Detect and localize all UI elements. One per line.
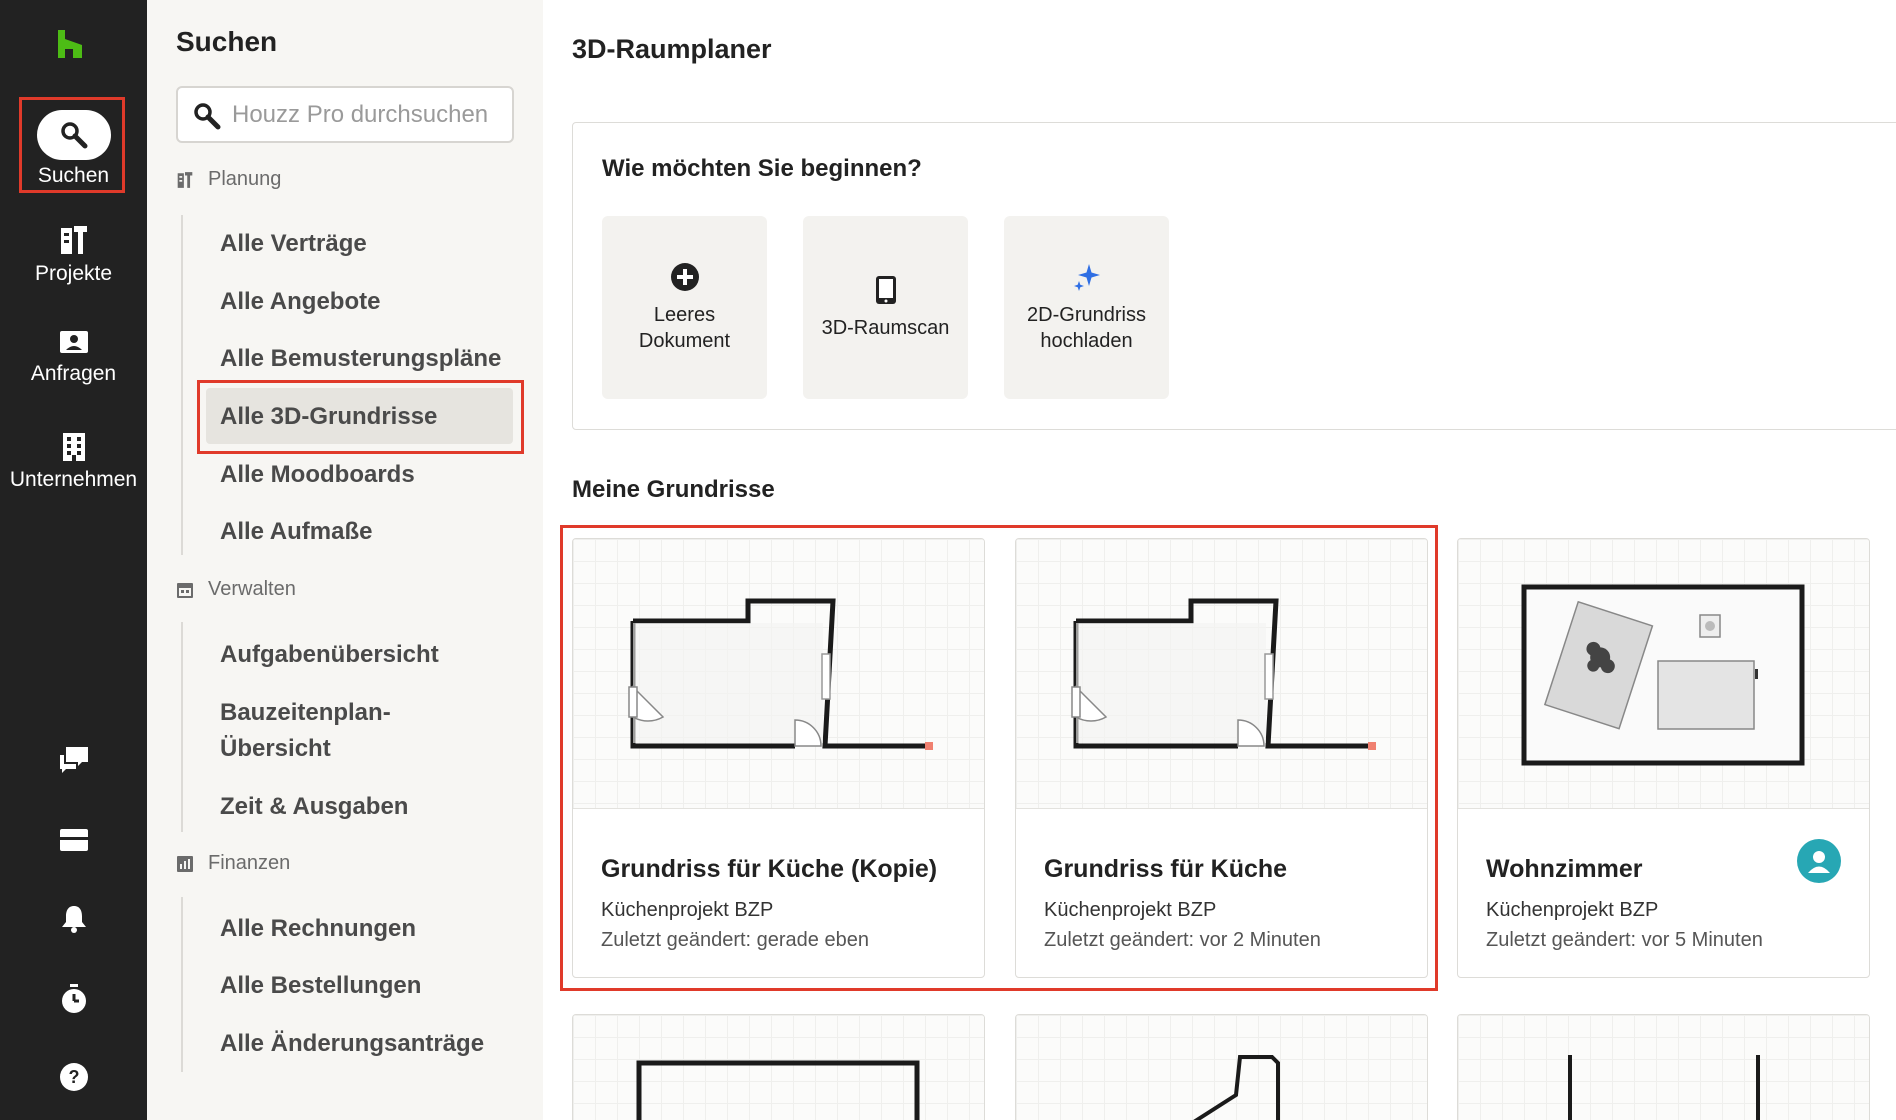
inbox-icon [59, 829, 88, 851]
floorplan-thumbnail [1458, 1015, 1869, 1120]
rail-help[interactable]: ? [0, 1062, 147, 1092]
rail-item-label: Projekte [34, 262, 113, 285]
floorplan-card[interactable]: Wohnzimmer Küchenprojekt BZP Zuletzt geä… [1457, 538, 1870, 978]
main-content: 3D-Raumplaner Wie möchten Sie beginnen? … [543, 0, 1896, 1120]
tablet-icon [875, 275, 896, 304]
inquiries-icon [59, 331, 88, 353]
section-heading-planung: Planung [176, 168, 281, 191]
rail-item-label: Unternehmen [9, 468, 138, 491]
plus-circle-icon [670, 262, 699, 291]
rail-item-anfragen[interactable]: Anfragen [0, 330, 147, 386]
nav-item-alle-moodboards[interactable]: Alle Moodboards [220, 457, 415, 493]
calendar-icon [177, 582, 193, 598]
highlight-box [19, 97, 125, 193]
bell-icon [61, 906, 86, 933]
nav-item-alle-angebote[interactable]: Alle Angebote [220, 284, 380, 320]
highlight-box [197, 380, 524, 454]
rail-inbox[interactable] [0, 828, 147, 852]
search-icon [194, 103, 221, 130]
start-upload-2d-button[interactable]: 2D-Grundriss hochladen [1004, 216, 1169, 399]
houzz-logo[interactable] [54, 28, 86, 60]
sidebar-title: Suchen [176, 26, 278, 57]
help-icon: ? [59, 1063, 88, 1091]
nav-item-alle-bestellungen[interactable]: Alle Bestellungen [220, 968, 421, 1004]
option-label-line: 3D-Raumscan [821, 316, 950, 339]
svg-text:?: ? [68, 1067, 79, 1087]
floorplan-drawing [1193, 1055, 1280, 1120]
section-heading-verwalten: Verwalten [176, 578, 296, 601]
my-floorplans-title: Meine Grundrisse [572, 476, 775, 503]
timer-icon [61, 984, 86, 1013]
floorplan-drawing [636, 1060, 920, 1120]
nav-item-zeit-ausgaben[interactable]: Zeit & Ausgaben [220, 789, 408, 825]
start-3d-scan-button[interactable]: 3D-Raumscan [803, 216, 968, 399]
rail-timer[interactable] [0, 983, 147, 1015]
floorplan-thumbnail [1458, 539, 1869, 809]
floorplan-thumbnail [1016, 1015, 1427, 1120]
floorplan-project: Küchenprojekt BZP [1486, 899, 1659, 921]
floorplan-drawing [1568, 1055, 1760, 1120]
rail-item-projekte[interactable]: Projekte [0, 224, 147, 286]
section-heading-label: Planung [208, 168, 282, 190]
nav-item-label-line: Übersicht [220, 735, 331, 762]
option-label-line: 2D-Grundriss [1027, 303, 1146, 326]
global-rail: Suchen Projekte Anfragen Unternehmen ? [0, 0, 147, 1120]
search-sidebar: Suchen Planung Alle Verträge Alle Angebo… [147, 0, 543, 1120]
nav-item-alle-aufmasse[interactable]: Alle Aufmaße [220, 514, 372, 550]
finance-icon [177, 855, 193, 872]
nav-item-alle-bemusterungsplaene[interactable]: Alle Bemusterungspläne [220, 341, 501, 377]
search-input[interactable] [232, 98, 502, 132]
option-label-line: Dokument [638, 329, 731, 352]
rail-item-label: Anfragen [30, 362, 117, 385]
building-icon [62, 433, 85, 461]
nav-item-label-line: Bauzeitenplan- [220, 699, 391, 726]
user-icon [1808, 851, 1830, 873]
floorplan-name: Wohnzimmer [1486, 855, 1643, 883]
rail-chat[interactable] [0, 745, 147, 775]
floorplan-card[interactable] [1015, 1014, 1428, 1120]
search-box[interactable] [176, 86, 514, 143]
nav-item-aufgabenuebersicht[interactable]: Aufgabenübersicht [220, 637, 439, 673]
rail-notifications[interactable] [0, 904, 147, 934]
app-root: Suchen Projekte Anfragen Unternehmen ? S… [0, 0, 1896, 1120]
floorplan-card[interactable] [572, 1014, 985, 1120]
section-heading-label: Finanzen [208, 852, 291, 874]
start-question: Wie möchten Sie beginnen? [602, 155, 922, 182]
rail-item-unternehmen[interactable]: Unternehmen [0, 432, 147, 492]
nav-item-alle-rechnungen[interactable]: Alle Rechnungen [220, 911, 416, 947]
start-panel: Wie möchten Sie beginnen? Leeres Dokumen… [572, 122, 1896, 430]
option-label-line: Leeres [653, 303, 716, 326]
section-heading-finanzen: Finanzen [176, 852, 290, 875]
chat-icon [59, 747, 88, 773]
page-title: 3D-Raumplaner [572, 34, 772, 64]
start-blank-document-button[interactable]: Leeres Dokument [602, 216, 767, 399]
nav-item-alle-aenderungsantraege[interactable]: Alle Änderungsanträge [220, 1026, 484, 1062]
highlight-box [560, 525, 1438, 991]
projects-icon [60, 226, 87, 254]
shared-user-avatar[interactable] [1797, 839, 1841, 883]
sparkle-icon [1073, 263, 1100, 291]
projects-icon [177, 171, 193, 188]
floorplan-card[interactable] [1457, 1014, 1870, 1120]
floorplan-thumbnail [573, 1015, 984, 1120]
section-divider-line [181, 897, 183, 1072]
option-label-line: hochladen [1040, 329, 1133, 352]
section-divider-line [181, 215, 183, 555]
floorplan-modified: Zuletzt geändert: vor 5 Minuten [1486, 929, 1763, 951]
nav-item-alle-vertraege[interactable]: Alle Verträge [220, 226, 367, 262]
section-heading-label: Verwalten [208, 578, 296, 600]
section-divider-line [181, 622, 183, 832]
floorplan-drawing [1521, 584, 1805, 766]
